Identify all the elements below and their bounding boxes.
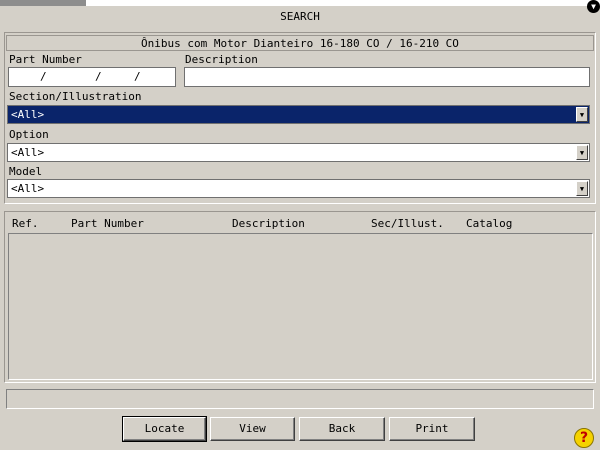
description-label: Description [185,53,258,66]
section-value: <All> [11,108,45,121]
locate-button[interactable]: Locate [122,416,207,442]
help-icon[interactable]: ? [574,428,594,448]
description-field[interactable] [184,67,590,87]
part-number-label: Part Number [9,53,82,66]
section-select[interactable]: <All> ▼ [7,105,590,124]
status-bar [6,389,594,409]
model-select[interactable]: <All> ▼ [7,179,590,198]
col-header-part-number[interactable]: Part Number [71,217,144,231]
option-dropdown-icon[interactable]: ▼ [576,145,588,160]
print-button[interactable]: Print [389,417,475,441]
model-dropdown-icon[interactable]: ▼ [576,181,588,196]
section-dropdown-icon[interactable]: ▼ [576,107,588,122]
col-header-sec-illust[interactable]: Sec/Illust. [371,217,444,231]
results-list[interactable] [8,233,593,380]
part-number-field[interactable]: / / / / / [8,67,176,87]
col-header-ref[interactable]: Ref. [12,217,39,231]
option-select[interactable]: <All> ▼ [7,143,590,162]
col-header-catalog[interactable]: Catalog [466,217,512,231]
section-label: Section/Illustration [9,90,142,103]
part-number-sep-2: / [95,70,102,83]
model-value: <All> [11,182,45,195]
part-number-sep-3: / [134,70,141,83]
option-label: Option [9,128,49,141]
option-value: <All> [11,146,45,159]
catalog-header: Ônibus com Motor Dianteiro 16-180 CO / 1… [6,35,594,51]
col-header-description[interactable]: Description [232,217,305,231]
back-button[interactable]: Back [299,417,385,441]
model-label: Model [9,165,43,178]
window-title: SEARCH [280,10,320,23]
view-button[interactable]: View [210,417,295,441]
part-number-sep-1: / [40,70,47,83]
